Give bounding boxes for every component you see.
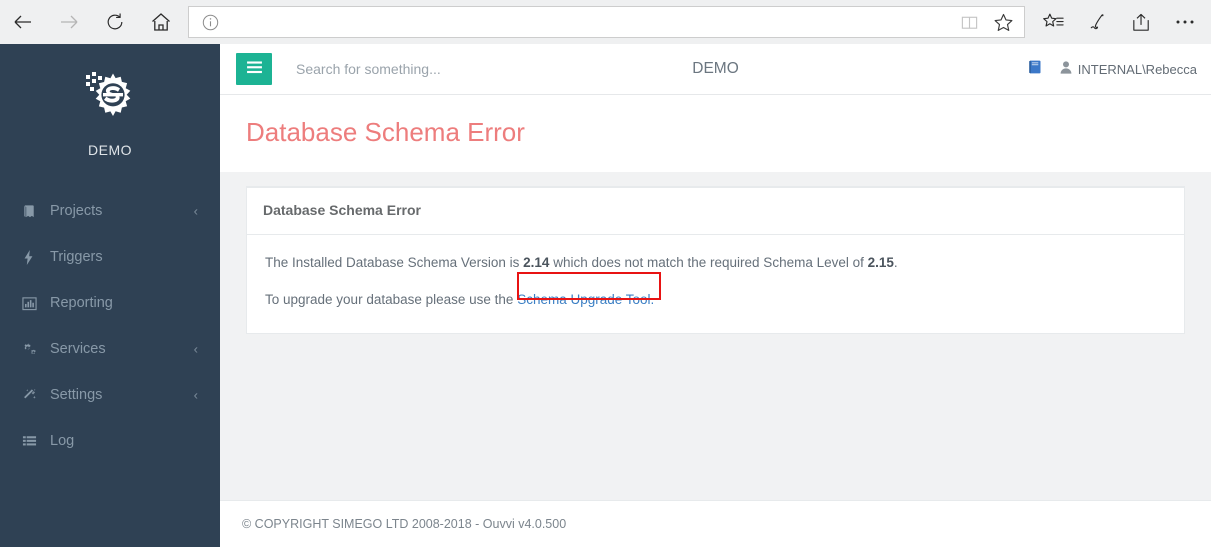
schema-version-message: The Installed Database Schema Version is…: [265, 253, 1166, 274]
chevron-left-icon[interactable]: ‹: [194, 342, 198, 357]
sidebar-item-log[interactable]: Log: [0, 418, 220, 464]
page-title-band: Database Schema Error: [220, 95, 1211, 172]
content-area: Database Schema Error The Installed Data…: [220, 172, 1211, 334]
reading-view-icon[interactable]: [952, 7, 986, 37]
footer: © COPYRIGHT SIMEGO LTD 2008-2018 - Ouvvi…: [220, 500, 1211, 547]
manual-book-icon[interactable]: [1027, 59, 1044, 80]
browser-home-button[interactable]: [138, 0, 184, 44]
upgrade-text: To upgrade your database please use the: [265, 291, 518, 307]
message-part-2: which does not match the required Schema…: [549, 255, 868, 270]
message-part-3: .: [893, 255, 898, 270]
error-panel: Database Schema Error The Installed Data…: [246, 186, 1185, 334]
hamburger-icon: [246, 61, 262, 77]
sidebar-nav: Projects ‹ Triggers Reporting Services ‹…: [0, 188, 220, 464]
sidebar-item-reporting[interactable]: Reporting: [0, 280, 220, 326]
main-area: DEMO: [220, 44, 1211, 547]
browser-toolbar: [0, 0, 1211, 44]
page-title: Database Schema Error: [246, 117, 525, 147]
gears-icon: [22, 342, 44, 357]
app-root: DEMO Projects ‹ Triggers Reporting Servi…: [0, 0, 1211, 547]
sidebar-item-services[interactable]: Services ‹: [0, 326, 220, 372]
bolt-icon: [22, 249, 44, 265]
sidebar-toggle-button[interactable]: [236, 53, 272, 85]
browser-refresh-button[interactable]: [92, 0, 138, 44]
address-bar[interactable]: [188, 6, 1025, 38]
sidebar-item-label: Log: [50, 433, 75, 449]
required-version-value: 2.15: [867, 255, 894, 270]
user-icon: [1060, 61, 1072, 77]
web-notes-pen-icon[interactable]: [1075, 0, 1119, 44]
message-part-1: The Installed Database Schema Version is: [265, 255, 524, 270]
sidebar: DEMO Projects ‹ Triggers Reporting Servi…: [0, 44, 220, 547]
sidebar-item-projects[interactable]: Projects ‹: [0, 188, 220, 234]
sidebar-item-label: Reporting: [50, 295, 113, 311]
browser-action-buttons: [1031, 0, 1211, 44]
copyright-text: © COPYRIGHT SIMEGO LTD 2008-2018 - Ouvvi…: [242, 517, 567, 531]
sidebar-brand[interactable]: DEMO: [0, 44, 220, 158]
book-icon: [22, 204, 44, 219]
favorite-star-icon[interactable]: [986, 7, 1020, 37]
panel-header: Database Schema Error: [247, 188, 1184, 235]
panel-title: Database Schema Error: [263, 202, 421, 218]
address-input[interactable]: [231, 7, 952, 37]
browser-forward-button[interactable]: [46, 0, 92, 44]
user-name-label: INTERNAL\Rebecca: [1077, 61, 1197, 77]
sidebar-item-triggers[interactable]: Triggers: [0, 234, 220, 280]
bar-chart-icon: [22, 296, 44, 311]
sidebar-brand-label: DEMO: [88, 142, 132, 158]
schema-upgrade-tool-link[interactable]: Schema Upgrade Tool.: [517, 292, 654, 307]
sidebar-item-label: Services: [50, 341, 106, 357]
sidebar-item-label: Projects: [50, 203, 103, 219]
address-bar-actions: [952, 7, 1024, 37]
user-menu[interactable]: INTERNAL\Rebecca: [1060, 61, 1197, 77]
favorites-hub-icon[interactable]: [1031, 0, 1075, 44]
browser-back-button[interactable]: [0, 0, 46, 44]
sidebar-item-settings[interactable]: Settings ‹: [0, 372, 220, 418]
top-navbar: DEMO: [220, 44, 1211, 95]
panel-body: The Installed Database Schema Version is…: [247, 235, 1184, 333]
simego-gear-s-logo: [0, 66, 220, 132]
upgrade-instruction-message: To upgrade your database please use the …: [265, 290, 1166, 311]
info-circle-icon[interactable]: [189, 14, 231, 31]
share-icon[interactable]: [1119, 0, 1163, 44]
chevron-left-icon[interactable]: ‹: [194, 204, 198, 219]
magic-wand-icon: [22, 388, 44, 403]
search-input[interactable]: [296, 61, 616, 77]
chevron-left-icon[interactable]: ‹: [194, 388, 198, 403]
more-ellipsis-icon[interactable]: [1163, 0, 1207, 44]
sidebar-item-label: Settings: [50, 387, 103, 403]
topbar-right-group: INTERNAL\Rebecca: [1027, 59, 1197, 80]
installed-version-value: 2.14: [523, 255, 550, 270]
list-icon: [22, 434, 44, 449]
sidebar-item-label: Triggers: [50, 249, 103, 265]
